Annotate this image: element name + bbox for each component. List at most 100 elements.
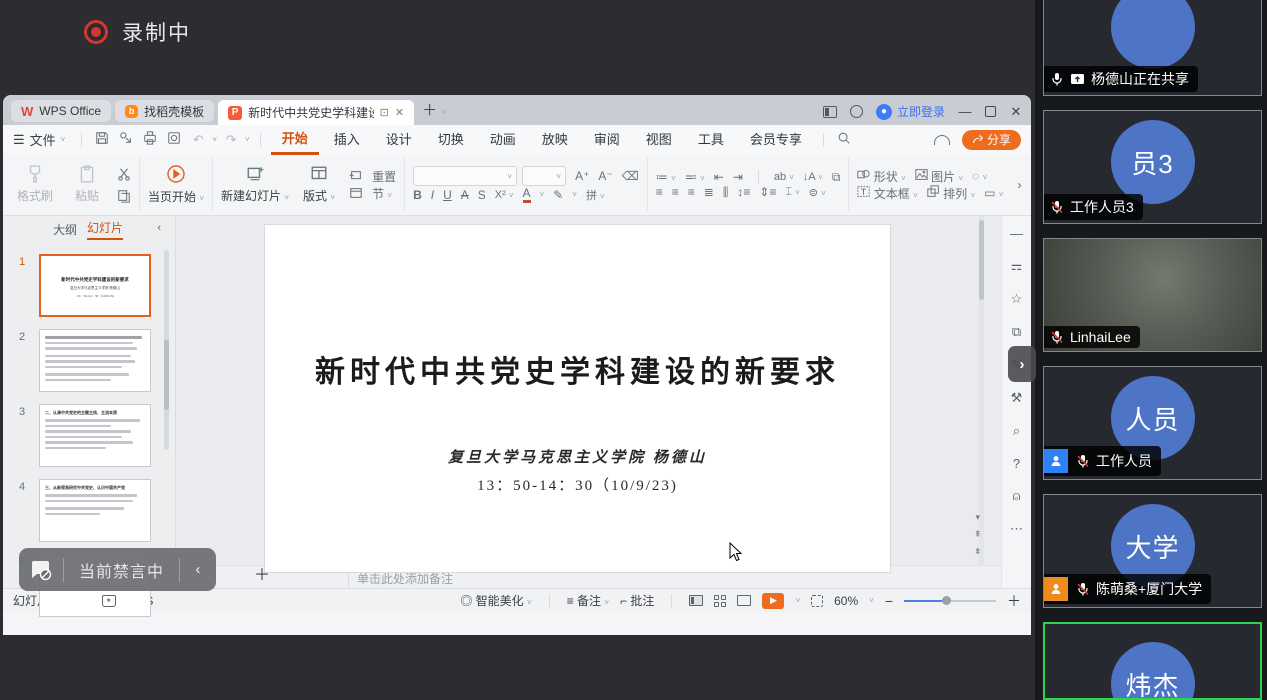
bullet-list-icon[interactable]: ≔ ˅	[656, 170, 676, 184]
slide-thumbnail-4[interactable]: 三、从新视角研究中共党史、认识中国共产党	[39, 479, 151, 542]
restore-button[interactable]	[985, 106, 996, 117]
shapes-button[interactable]: 形状 ˅	[857, 168, 905, 185]
slide-thumbnail-2[interactable]	[39, 329, 151, 392]
zoom-out-icon[interactable]: −	[885, 593, 893, 609]
para-spacing-icon[interactable]: ⇕≡	[759, 185, 776, 199]
paste-button[interactable]: 粘贴	[65, 165, 109, 204]
beautify-button[interactable]: ◎ 智能美化 ˅	[460, 592, 531, 609]
outline-icon[interactable]: ▭ ˅	[984, 186, 1003, 200]
prev-slide-icon[interactable]: ⇞	[974, 529, 982, 540]
split-view-icon[interactable]	[823, 106, 837, 118]
more-icon[interactable]: ⋯	[1009, 521, 1025, 537]
doc-finder-icon[interactable]: ⌕	[1009, 423, 1025, 439]
scroll-down-icon[interactable]: ▾	[974, 512, 982, 523]
menu-home[interactable]: 开始	[271, 125, 319, 155]
close-button[interactable]: ✕	[1009, 104, 1023, 120]
italic-icon[interactable]: I	[431, 188, 434, 202]
reading-view-icon[interactable]	[737, 595, 751, 606]
bold-icon[interactable]: B	[413, 188, 422, 202]
align-center-icon[interactable]: ≡	[672, 185, 679, 199]
collapse-rail-icon[interactable]: —	[1009, 226, 1025, 241]
help-icon[interactable]: ?	[1009, 456, 1025, 471]
effects-star-icon[interactable]: ☆	[1009, 291, 1025, 307]
layout-button[interactable]: 版式 ˅	[297, 165, 341, 204]
tab-current-document[interactable]: P 新时代中共党史学科建设的新 ⊡ ✕	[218, 100, 414, 125]
align-left-icon[interactable]: ≡	[656, 185, 663, 199]
decrease-font-icon[interactable]: A⁻	[598, 169, 612, 183]
menu-transition[interactable]: 切换	[427, 126, 475, 153]
cut-icon[interactable]	[117, 167, 131, 181]
wps-ai-icon[interactable]	[102, 595, 116, 607]
align-right-icon[interactable]: ≡	[688, 185, 695, 199]
notes-button[interactable]: ≡ 备注 ˅	[567, 592, 609, 609]
menu-insert[interactable]: 插入	[323, 126, 371, 153]
minimize-button[interactable]: —	[958, 104, 972, 119]
slide-thumbnail-3[interactable]: 二、认清中共党史的主题主线、主流本质	[39, 404, 151, 467]
zoom-in-icon[interactable]: ＋	[1007, 591, 1021, 611]
superscript-icon[interactable]: X² ˅	[495, 189, 514, 201]
convert-smartart-icon[interactable]: ⧉	[832, 170, 841, 185]
participant-tile[interactable]: 大学 陈萌桑+厦门大学	[1043, 494, 1262, 608]
menu-tools[interactable]: 工具	[687, 126, 735, 153]
sorter-view-icon[interactable]	[714, 595, 726, 607]
outline-tab[interactable]: 大纲	[53, 221, 77, 238]
justify-icon[interactable]: ≣	[704, 185, 714, 199]
char-spacing-icon[interactable]: ab ˅	[774, 171, 794, 183]
increase-indent-icon[interactable]: ⇥	[733, 170, 743, 184]
collapse-banner-icon[interactable]: ‹	[180, 561, 216, 578]
ribbon-expand-icon[interactable]: ›	[1012, 158, 1028, 211]
chevron-down-icon[interactable]: ˅	[245, 135, 250, 144]
comment-button[interactable]: ⌐ 批注	[620, 592, 654, 609]
tab-close-icon[interactable]: ✕	[395, 106, 404, 119]
font-color-icon[interactable]: A	[523, 186, 531, 203]
format-painter-button[interactable]: 格式刷	[13, 165, 57, 204]
animation-pane-icon[interactable]: ⧉	[1009, 324, 1025, 340]
new-tab-button[interactable]: ＋ ˅	[422, 99, 446, 120]
reset-button[interactable]: 重置	[349, 168, 396, 185]
canvas-scrollbar[interactable]: ▾ ⇞ ⇟	[976, 216, 987, 565]
meeting-panel-expand-button[interactable]: ›	[1008, 346, 1036, 382]
scrollbar-thumb[interactable]	[979, 220, 984, 300]
undo-icon[interactable]: ↶	[188, 132, 208, 148]
slides-tab[interactable]: 幻灯片	[87, 219, 123, 240]
text-direction-icon[interactable]: ↓A ˅	[803, 171, 823, 183]
current-slide[interactable]: 新时代中共党史学科建设的新要求 复旦大学马克思主义学院 杨德山 13：50-14…	[265, 225, 890, 572]
panel-scrollbar[interactable]	[164, 250, 169, 450]
tab-wps-office[interactable]: W WPS Office	[11, 100, 111, 122]
slide-canvas[interactable]: 新时代中共党史学科建设的新要求 复旦大学马克思主义学院 杨德山 13：50-14…	[176, 216, 1001, 565]
magic-wand-icon[interactable]: ⚒	[1009, 390, 1025, 406]
slide-thumbnail-1[interactable]: 新时代中共党史学科建设的新要求 复旦大学马克思主义学院 杨德山 13：50-14…	[39, 254, 151, 317]
decrease-indent-icon[interactable]: ⇤	[714, 170, 724, 184]
save-icon[interactable]	[92, 131, 112, 148]
fit-screen-icon[interactable]	[811, 595, 823, 607]
new-slide-button[interactable]: 新建幻灯片 ˅	[221, 165, 289, 204]
share-button[interactable]: 分享	[962, 130, 1021, 150]
menu-member[interactable]: 会员专享	[739, 126, 813, 153]
docer-helmet-icon[interactable]	[934, 135, 950, 145]
line-spacing-icon[interactable]: ↕≡	[737, 185, 750, 199]
slideshow-play-button[interactable]: ▶	[762, 593, 784, 609]
menu-view[interactable]: 视图	[635, 126, 683, 153]
participant-tile[interactable]: 人员 工作人员	[1043, 366, 1262, 480]
underline-icon[interactable]: U	[443, 188, 452, 202]
font-size-select[interactable]: ˅	[522, 166, 566, 186]
font-family-select[interactable]: ˅	[413, 166, 517, 186]
participant-tile-speaking[interactable]: 炜杰	[1043, 622, 1262, 700]
tab-docer-templates[interactable]: b 找稻壳模板	[115, 100, 214, 122]
picture-button[interactable]: 图片 ˅	[915, 168, 963, 185]
zoom-slider-knob[interactable]	[942, 596, 951, 605]
menu-animation[interactable]: 动画	[479, 126, 527, 153]
zoom-level[interactable]: 60%	[834, 594, 858, 608]
next-slide-icon[interactable]: ⇟	[974, 546, 982, 557]
print-icon[interactable]	[140, 131, 160, 148]
workspace-icon[interactable]	[850, 105, 863, 118]
collapse-panel-icon[interactable]: ‹	[157, 222, 161, 234]
valign-icon[interactable]: ⊜ ˅	[809, 186, 826, 199]
properties-icon[interactable]: ⚎	[1009, 258, 1025, 274]
highlight-icon[interactable]: ✎	[553, 188, 563, 202]
export-icon[interactable]	[116, 131, 136, 148]
print-preview-icon[interactable]	[164, 131, 184, 148]
zoom-slider[interactable]	[904, 600, 996, 602]
redo-icon[interactable]: ↷	[221, 132, 241, 148]
copy-icon[interactable]	[117, 189, 131, 203]
